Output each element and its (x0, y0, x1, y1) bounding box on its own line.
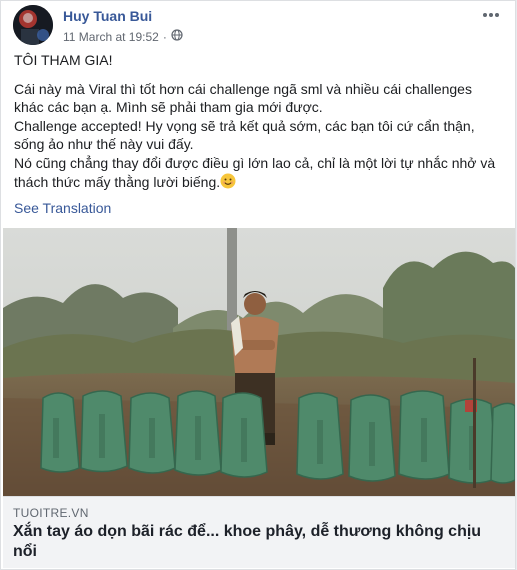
avatar[interactable] (13, 5, 53, 45)
facebook-post: Huy Tuan Bui 11 March at 19:52 · TÔI THA… (0, 0, 516, 570)
post-paragraph-heading: TÔI THAM GIA! (14, 52, 113, 68)
ellipsis-icon[interactable] (479, 5, 503, 23)
see-translation-link[interactable]: See Translation (14, 200, 111, 216)
link-headline[interactable]: Xắn tay áo dọn bãi rác để... khoe phây, … (13, 522, 503, 562)
post-paragraph-text: Nó cũng chẳng thay đổi được điều gì lớn … (14, 154, 496, 190)
meta-separator: · (162, 29, 167, 44)
post-header: Huy Tuan Bui 11 March at 19:52 · (13, 5, 503, 45)
post-paragraph: Cái này mà Viral thì tốt hơn cái challen… (14, 80, 472, 116)
post-author-name[interactable]: Huy Tuan Bui (63, 8, 152, 24)
link-preview[interactable]: TUOITRE.VN Xắn tay áo dọn bãi rác để... … (3, 496, 515, 568)
globe-icon[interactable] (171, 29, 183, 44)
post-paragraph: Challenge accepted! Hy vọng sẽ trả kết q… (14, 117, 475, 153)
post-message: TÔI THAM GIA! Cái này mà Viral thì tốt h… (14, 51, 504, 193)
link-source: TUOITRE.VN (13, 506, 89, 520)
smiling-face-emoji (220, 173, 236, 194)
post-timestamp[interactable]: 11 March at 19:52 (63, 30, 159, 44)
post-paragraph: Nó cũng chẳng thay đổi được điều gì lớn … (14, 154, 504, 193)
post-meta: 11 March at 19:52 · (63, 29, 183, 44)
post-photo[interactable] (3, 228, 515, 496)
